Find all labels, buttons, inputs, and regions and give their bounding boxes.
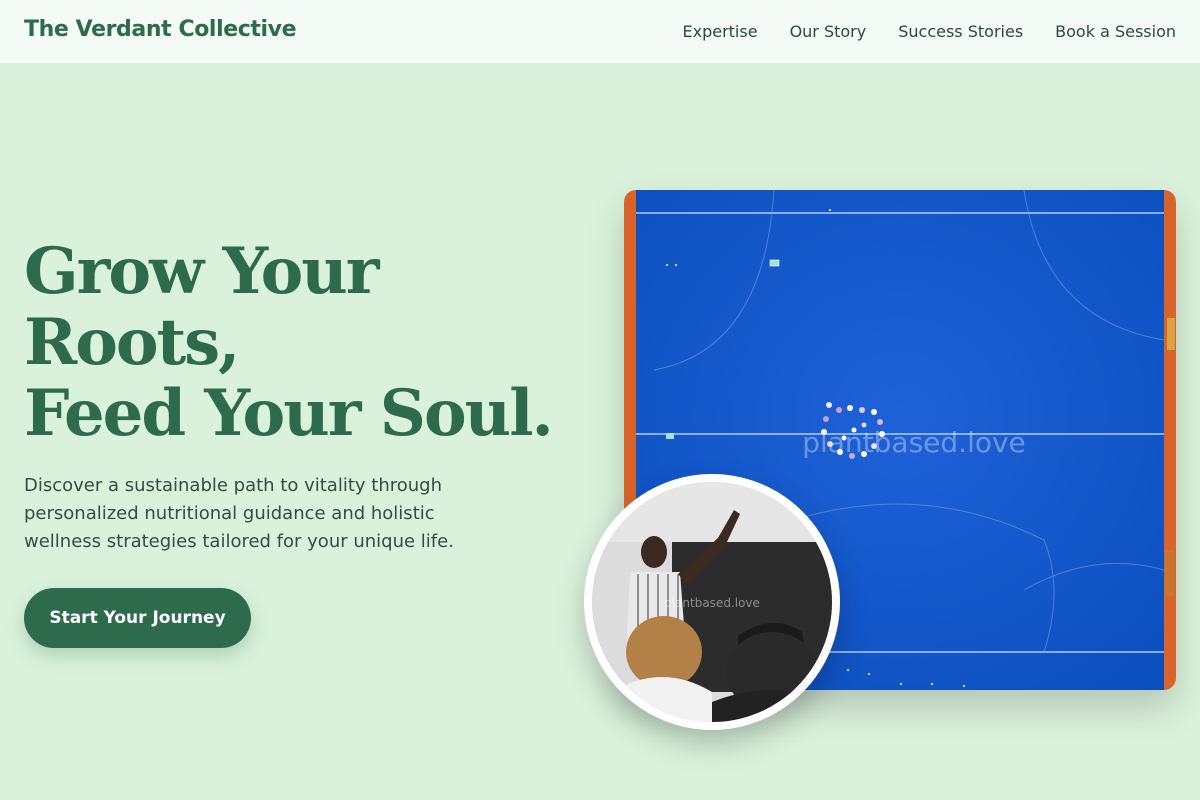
circle-watermark: plantbased.love [664, 596, 760, 610]
main-nav: Expertise Our Story Success Stories Book… [683, 22, 1177, 41]
brand-logo[interactable]: The Verdant Collective [24, 17, 297, 42]
nav-link-expertise[interactable]: Expertise [683, 22, 758, 41]
hero-headline: Grow Your Roots, Feed Your Soul. [24, 236, 584, 449]
nav-link-book-session[interactable]: Book a Session [1055, 22, 1176, 41]
headline-line: Grow Your [24, 234, 380, 309]
nav-link-our-story[interactable]: Our Story [790, 22, 867, 41]
start-journey-button[interactable]: Start Your Journey [24, 588, 251, 648]
classroom-image: plantbased.love [592, 482, 832, 722]
headline-line: Roots, [24, 305, 240, 380]
classroom-photo: plantbased.love [584, 474, 840, 730]
hero-description: Discover a sustainable path to vitality … [24, 475, 454, 552]
main-watermark: plantbased.love [802, 426, 1026, 459]
nav-link-success-stories[interactable]: Success Stories [898, 22, 1023, 41]
headline-line: Feed Your Soul. [24, 376, 554, 451]
site-header: The Verdant Collective Expertise Our Sto… [0, 0, 1200, 64]
